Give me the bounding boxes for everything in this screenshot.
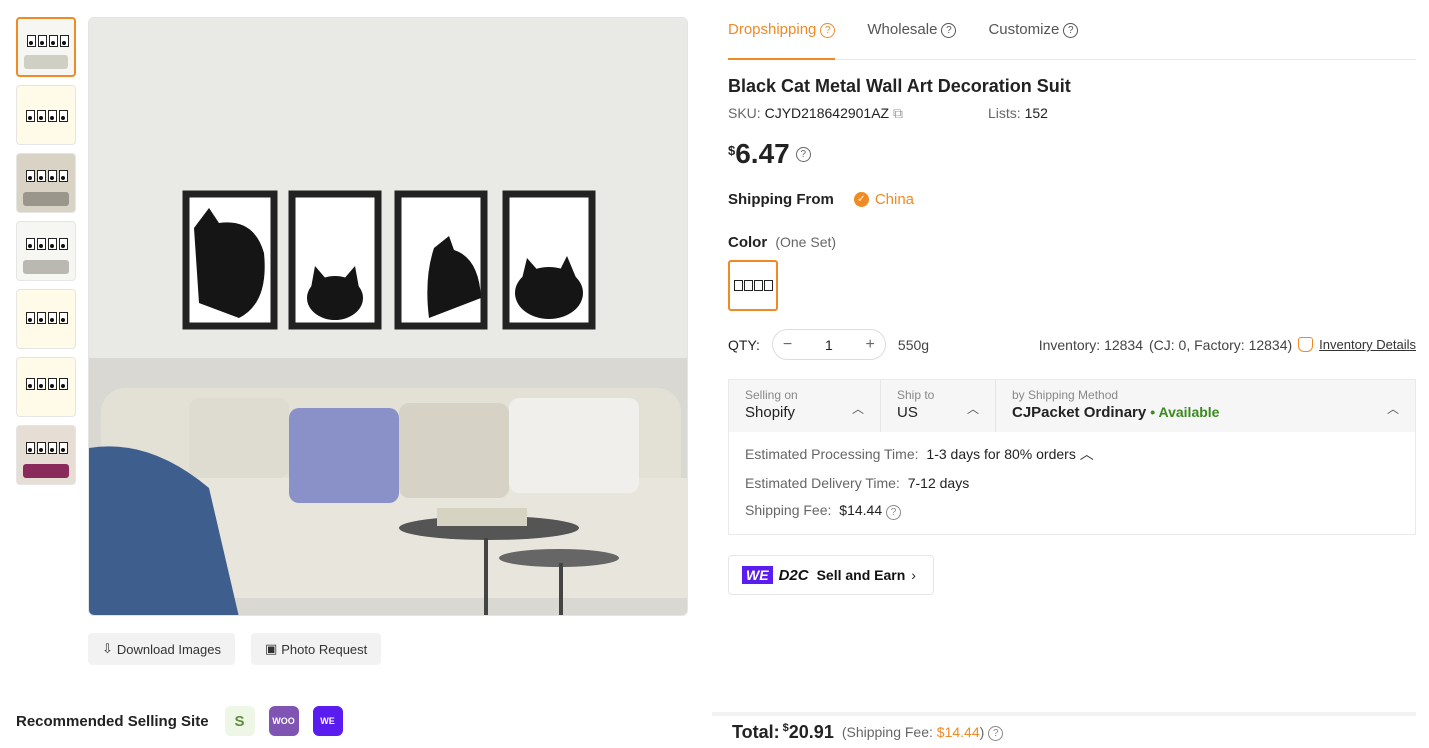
- thumbnail-7[interactable]: [16, 425, 76, 485]
- delivery-time: Estimated Delivery Time: 7-12 days: [745, 475, 970, 491]
- thumbnail-4[interactable]: [16, 221, 76, 281]
- thumbnail-2[interactable]: [16, 85, 76, 145]
- copy-icon[interactable]: ⧉: [893, 105, 903, 121]
- help-icon[interactable]: ?: [941, 23, 957, 38]
- download-images-button[interactable]: ⇩ Download Images: [88, 633, 235, 665]
- we-d2c-logo: WE: [742, 566, 773, 584]
- selling-on-select[interactable]: Selling on Shopify ︿: [729, 380, 881, 432]
- help-icon[interactable]: ?: [988, 725, 1004, 741]
- check-icon: ✓: [853, 192, 869, 207]
- product-price: $ 6.47 ?: [728, 138, 811, 170]
- quantity-input[interactable]: 1: [825, 337, 833, 353]
- increase-button[interactable]: +: [866, 336, 875, 354]
- shipping-selectors: Selling on Shopify ︿ Ship to US ︿ by Shi…: [729, 380, 1415, 432]
- ship-to-select[interactable]: Ship to US ︿: [881, 380, 996, 432]
- shipping-method-select[interactable]: by Shipping Method CJPacket Ordinary • Av…: [996, 380, 1415, 432]
- quantity-row: QTY: − 1 + 550g Inventory: 12834 (CJ: 0,…: [728, 329, 1416, 360]
- shipping-panel: Selling on Shopify ︿ Ship to US ︿ by Shi…: [728, 379, 1416, 535]
- thumbnail-3[interactable]: [16, 153, 76, 213]
- chevron-up-icon[interactable]: ︿: [1080, 446, 1094, 462]
- decrease-button[interactable]: −: [783, 336, 792, 354]
- inventory: Inventory: 12834 (CJ: 0, Factory: 12834)…: [1038, 336, 1416, 353]
- help-icon[interactable]: ?: [1063, 23, 1079, 38]
- color-swatch-one-set[interactable]: [728, 260, 778, 311]
- lists-count: Lists: 152: [988, 105, 1048, 121]
- tab-wholesale[interactable]: Wholesale ?: [867, 10, 957, 60]
- weight: 550g: [897, 336, 930, 353]
- shipping-fee: Shipping Fee: $14.44 ?: [745, 502, 1399, 520]
- shopify-icon[interactable]: S: [224, 706, 255, 736]
- thumbnail-5[interactable]: [16, 289, 76, 349]
- warehouse-option[interactable]: ✓ China: [853, 191, 914, 208]
- download-icon: ⇩: [102, 641, 113, 656]
- color-selector: Color (One Set): [728, 234, 837, 251]
- main-product-image: [88, 17, 688, 616]
- chevron-up-icon: ︿: [1386, 402, 1399, 416]
- help-icon[interactable]: ?: [820, 23, 836, 38]
- product-title: Black Cat Metal Wall Art Decoration Suit: [728, 76, 1071, 96]
- thumbnail-1[interactable]: [16, 17, 76, 77]
- tab-dropshipping[interactable]: Dropshipping ?: [728, 10, 836, 60]
- chevron-up-icon: ︿: [966, 402, 979, 416]
- inventory-details-link[interactable]: Inventory Details: [1319, 337, 1416, 352]
- thumbnail-6[interactable]: [16, 357, 76, 417]
- sku: SKU: CJYD218642901AZ ⧉: [728, 105, 903, 121]
- sell-and-earn-button[interactable]: WE D2C Sell and Earn ›: [728, 555, 934, 595]
- help-icon[interactable]: ?: [886, 505, 902, 520]
- chevron-up-icon: ︿: [851, 402, 864, 416]
- chevron-right-icon: ›: [911, 567, 916, 583]
- photo-request-button[interactable]: ▣ Photo Request: [250, 633, 382, 665]
- video-frame-icon: ▣: [264, 641, 278, 656]
- total-bar: Total: $ 20.91 (Shipping Fee: $14.44) ?: [712, 712, 1416, 748]
- image-actions: ⇩ Download Images ▣ Photo Request: [88, 633, 382, 665]
- purchase-mode-tabs: Dropshipping ? Wholesale ? Customize ?: [728, 10, 1416, 60]
- thumbnail-list: [16, 17, 76, 493]
- quantity-stepper: − 1 +: [771, 329, 886, 360]
- warehouse-icon: [1298, 337, 1314, 352]
- shipping-from: Shipping From ✓ China: [728, 191, 915, 208]
- recommended-selling-sites: Recommended Selling Site S WOO WE: [16, 706, 343, 736]
- help-icon[interactable]: ?: [795, 147, 811, 162]
- processing-time: Estimated Processing Time: 1-3 days for …: [745, 446, 1094, 462]
- tab-customize[interactable]: Customize ?: [988, 10, 1079, 60]
- shipping-details: Estimated Processing Time: 1-3 days for …: [729, 432, 1415, 543]
- woocommerce-icon[interactable]: WOO: [268, 706, 299, 736]
- we-d2c-icon[interactable]: WE: [312, 706, 343, 736]
